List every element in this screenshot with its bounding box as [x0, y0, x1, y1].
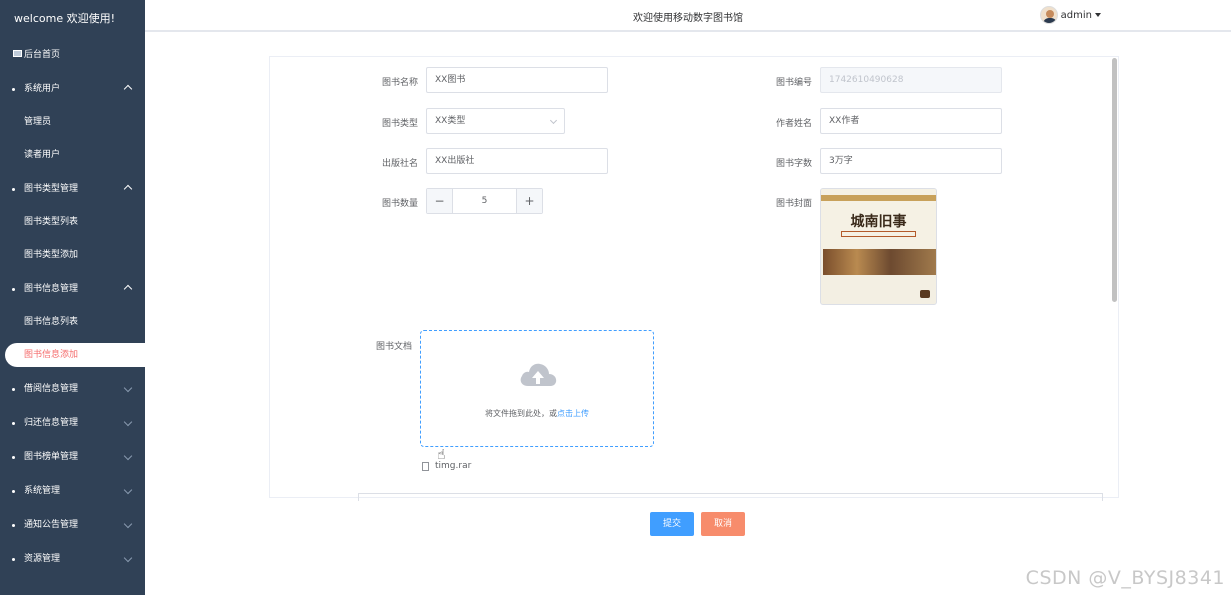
bullet-icon [12, 456, 15, 459]
sidebar-group-label: 借阅信息管理 [24, 384, 79, 394]
chevron-down-icon [125, 542, 131, 576]
scrollbar[interactable] [1112, 58, 1117, 302]
watermark: CSDN @V_BYSJ8341 [1025, 567, 1225, 589]
cover-title: 城南旧事 [850, 214, 907, 230]
sidebar-group-label: 系统管理 [24, 486, 61, 496]
chevron-down-icon [125, 440, 131, 474]
chevron-down-icon [125, 372, 131, 406]
sidebar-item-admin[interactable]: 管理员 [0, 106, 145, 139]
user-menu[interactable]: admin [1039, 6, 1101, 24]
upload-dropzone[interactable]: 将文件拖到此处，或点击上传 [420, 330, 654, 447]
upload-cloud-icon [520, 363, 557, 386]
bullet-icon [12, 188, 15, 191]
bullet-icon [12, 88, 15, 91]
sidebar-item-book-info-list[interactable]: 图书信息列表 [0, 306, 145, 339]
author-input[interactable]: XX作者 [820, 108, 1002, 134]
quantity-stepper[interactable]: − 5 + [426, 188, 543, 214]
caret-down-icon [1095, 13, 1101, 17]
sidebar-group-ranking[interactable]: 图书榜单管理 [0, 440, 145, 474]
sidebar-item-book-type-list[interactable]: 图书类型列表 [0, 206, 145, 239]
chevron-down-icon [125, 406, 131, 440]
cover-label: 图书封面 [775, 199, 812, 209]
rich-editor[interactable] [358, 493, 1103, 501]
sidebar-item-reader-users[interactable]: 读者用户 [0, 139, 145, 172]
quantity-value[interactable]: 5 [453, 189, 516, 213]
document-icon [422, 461, 429, 471]
word-count-label: 图书字数 [775, 159, 812, 169]
sidebar-group-label: 通知公告管理 [24, 520, 79, 530]
file-name: timg.rar [435, 461, 472, 471]
sidebar-group-book-info[interactable]: 图书信息管理 [0, 272, 145, 306]
sidebar-group-borrow[interactable]: 借阅信息管理 [0, 372, 145, 406]
sidebar-group-return[interactable]: 归还信息管理 [0, 406, 145, 440]
cancel-button[interactable]: 取消 [701, 512, 745, 536]
book-code-input: 1742610490628 [820, 67, 1002, 93]
user-name: admin [1060, 9, 1092, 21]
sidebar-group-label: 图书信息管理 [24, 284, 79, 294]
decrement-button[interactable]: − [427, 189, 453, 213]
sidebar-group-label: 资源管理 [24, 554, 61, 564]
sidebar-item-book-type-add[interactable]: 图书类型添加 [0, 239, 145, 272]
book-type-label: 图书类型 [381, 119, 418, 129]
upload-hint-text: 将文件拖到此处，或 [485, 409, 557, 418]
book-type-select[interactable]: XX类型 [426, 108, 565, 134]
sidebar-item-home[interactable]: 后台首页 [0, 38, 145, 72]
sidebar-group-label: 图书榜单管理 [24, 452, 79, 462]
chevron-down-icon [549, 116, 558, 125]
document-label: 图书文档 [375, 342, 412, 352]
sidebar-title: welcome 欢迎使用! [14, 12, 115, 25]
sidebar: welcome 欢迎使用! 后台首页 系统用户 管理员 读者用户 图书类型管理 … [0, 0, 145, 595]
sidebar-group-notice[interactable]: 通知公告管理 [0, 508, 145, 542]
bullet-icon [12, 490, 15, 493]
cover-badge [920, 290, 930, 298]
increment-button[interactable]: + [516, 189, 542, 213]
chevron-up-icon [125, 172, 131, 207]
quantity-label: 图书数量 [381, 199, 418, 209]
bullet-icon [12, 288, 15, 291]
sidebar-group-label: 归还信息管理 [24, 418, 79, 428]
author-label: 作者姓名 [775, 119, 812, 129]
book-type-value: XX类型 [435, 116, 466, 126]
sidebar-item-book-info-add[interactable]: 图书信息添加 [5, 343, 145, 367]
publisher-input[interactable]: XX出版社 [426, 148, 608, 174]
monitor-icon [13, 50, 22, 57]
word-count-input[interactable]: 3万字 [820, 148, 1002, 174]
cover-band [821, 195, 936, 201]
book-name-label: 图书名称 [381, 78, 418, 88]
avatar [1039, 6, 1058, 24]
upload-hint: 将文件拖到此处，或点击上传 [421, 408, 653, 419]
publisher-label: 出版社名 [381, 159, 418, 169]
sidebar-group-book-type[interactable]: 图书类型管理 [0, 172, 145, 206]
chevron-down-icon [125, 508, 131, 542]
sidebar-group-system[interactable]: 系统管理 [0, 474, 145, 508]
bullet-icon [12, 558, 15, 561]
sidebar-item-label: 后台首页 [24, 50, 61, 60]
sidebar-group-label: 图书类型管理 [24, 184, 79, 194]
chevron-up-icon [125, 72, 131, 107]
sidebar-group-system-users[interactable]: 系统用户 [0, 72, 145, 106]
sidebar-group-label: 系统用户 [24, 84, 61, 94]
sidebar-group-resource[interactable]: 资源管理 [0, 542, 145, 576]
bullet-icon [12, 524, 15, 527]
chevron-up-icon [125, 272, 131, 307]
upload-link[interactable]: 点击上传 [557, 409, 589, 418]
cover-photo [823, 249, 936, 275]
uploaded-file[interactable]: timg.rar [422, 461, 471, 471]
book-code-label: 图书编号 [775, 78, 812, 88]
chevron-down-icon [125, 474, 131, 508]
cover-image[interactable]: 城南旧事 [820, 188, 937, 305]
top-bar: 欢迎使用移动数字图书馆 admin [145, 0, 1231, 32]
bullet-icon [12, 388, 15, 391]
bullet-icon [12, 422, 15, 425]
cover-subtitle-box [841, 231, 916, 237]
submit-button[interactable]: 提交 [650, 512, 694, 536]
book-name-input[interactable]: XX图书 [426, 67, 608, 93]
